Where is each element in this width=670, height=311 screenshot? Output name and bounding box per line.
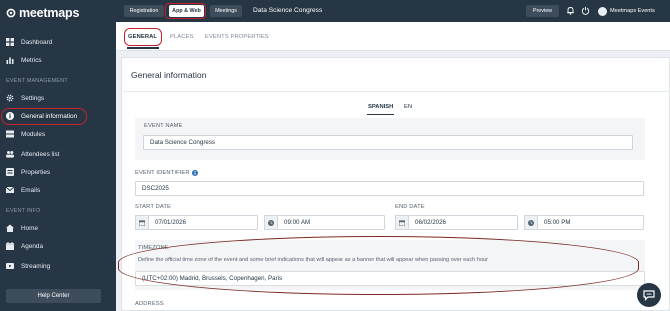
brand-logo[interactable]: meetmaps (6, 6, 79, 20)
end-date-picker-button[interactable] (395, 215, 408, 230)
sidebar-item-label: Attendees list (21, 150, 60, 158)
end-time-picker-button[interactable] (524, 215, 537, 230)
sidebar-item-metrics[interactable]: Metrics (0, 51, 116, 69)
section-heading-event-management: EVENT MANAGEMENT (6, 78, 68, 84)
annotation-highlight-app-web (165, 3, 206, 19)
start-time-input[interactable]: 09:00 AM (277, 215, 385, 230)
power-icon[interactable] (581, 6, 590, 15)
info-icon[interactable] (191, 170, 198, 176)
section-heading-event-info: EVENT INFO (6, 208, 41, 214)
section-tabs: GENERAL PLACES EVENTS PROPERTIES (116, 22, 670, 51)
gear-icon (6, 94, 14, 102)
metrics-icon (6, 57, 14, 64)
event-name-label: EVENT NAME (144, 123, 183, 129)
sidebar-item-settings[interactable]: Settings (0, 89, 116, 107)
email-icon (6, 186, 14, 193)
sidebar-item-label: Modules (21, 130, 46, 138)
sidebar-item-dashboard[interactable]: Dashboard (0, 33, 116, 51)
active-tab-indicator (127, 47, 159, 49)
calendar-icon (399, 219, 405, 226)
sidebar-item-label: Properties (21, 168, 51, 176)
clock-icon (528, 219, 534, 226)
attendees-icon (6, 151, 14, 158)
event-identifier-input[interactable]: DSC2025 (135, 181, 644, 196)
language-spanish[interactable]: SPANISH (368, 104, 393, 110)
sidebar-item-emails[interactable]: Emails (0, 181, 116, 199)
event-name-input[interactable]: Data Science Congress (143, 135, 633, 150)
start-date-input[interactable]: 07/01/2026 (148, 215, 258, 230)
tab-places[interactable]: PLACES (170, 34, 193, 40)
sidebar-item-attendees-list[interactable]: Attendees list (0, 145, 116, 163)
card-header: General information (122, 58, 670, 92)
preview-button[interactable]: Preview (526, 5, 559, 17)
sidebar: meetmaps Dashboard Metrics EVENT MANAGEM… (0, 0, 116, 311)
chat-button[interactable] (637, 283, 661, 307)
calendar-icon (139, 219, 145, 226)
address-label: ADDRESS (135, 301, 164, 307)
meetings-button[interactable]: Meetings (210, 5, 242, 17)
chat-icon (643, 290, 655, 301)
annotation-highlight-general-tab (124, 28, 162, 46)
account-menu[interactable]: Meetmaps Events (598, 5, 655, 17)
help-center-button[interactable]: Help Center (6, 289, 101, 303)
language-en[interactable]: EN (404, 104, 412, 110)
avatar (598, 6, 607, 16)
sidebar-item-properties[interactable]: Properties (0, 163, 116, 181)
modules-icon (6, 130, 14, 138)
event-title: Data Science Congress (253, 7, 323, 14)
properties-icon (6, 168, 14, 176)
account-name: Meetmaps Events (610, 8, 655, 14)
event-name-panel: EVENT NAME Data Science Congress (135, 118, 645, 160)
annotation-highlight-timezone (118, 236, 639, 295)
sidebar-item-label: Agenda (21, 242, 44, 250)
home-icon (6, 224, 14, 232)
sidebar-item-agenda[interactable]: Agenda (0, 237, 116, 255)
sidebar-item-label: Home (21, 224, 39, 232)
event-identifier-label-row: EVENT IDENTIFIER (135, 170, 198, 176)
start-date-picker-button[interactable] (135, 215, 148, 230)
sidebar-item-modules[interactable]: Modules (0, 125, 116, 143)
end-time-input[interactable]: 05:00 PM (537, 215, 644, 230)
sidebar-item-streaming[interactable]: Streaming (0, 257, 116, 275)
sidebar-item-label: Metrics (21, 56, 42, 64)
start-date-label: START DATE (135, 204, 172, 210)
sidebar-item-home[interactable]: Home (0, 219, 116, 237)
streaming-icon (6, 263, 14, 269)
sidebar-item-label: Streaming (21, 262, 51, 270)
end-date-input[interactable]: 06/02/2026 (408, 215, 518, 230)
bell-icon[interactable] (566, 6, 575, 15)
calendar-icon (6, 242, 14, 250)
dashboard-icon (6, 38, 14, 46)
annotation-highlight-general-information (1, 108, 87, 125)
sidebar-item-label: Emails (21, 186, 41, 194)
event-identifier-label: EVENT IDENTIFIER (135, 170, 190, 176)
start-time-picker-button[interactable] (264, 215, 277, 230)
registration-button[interactable]: Registration (124, 5, 164, 17)
card-title: General information (131, 70, 207, 80)
meetmaps-logo-icon (6, 8, 16, 18)
sidebar-item-label: Settings (21, 94, 45, 102)
tab-events-properties[interactable]: EVENTS PROPERTIES (205, 34, 269, 40)
language-indicator (367, 114, 394, 115)
brand-name: meetmaps (19, 6, 80, 20)
sidebar-item-label: Dashboard (21, 38, 53, 46)
end-date-label: END DATE (395, 204, 425, 210)
clock-icon (268, 219, 274, 226)
